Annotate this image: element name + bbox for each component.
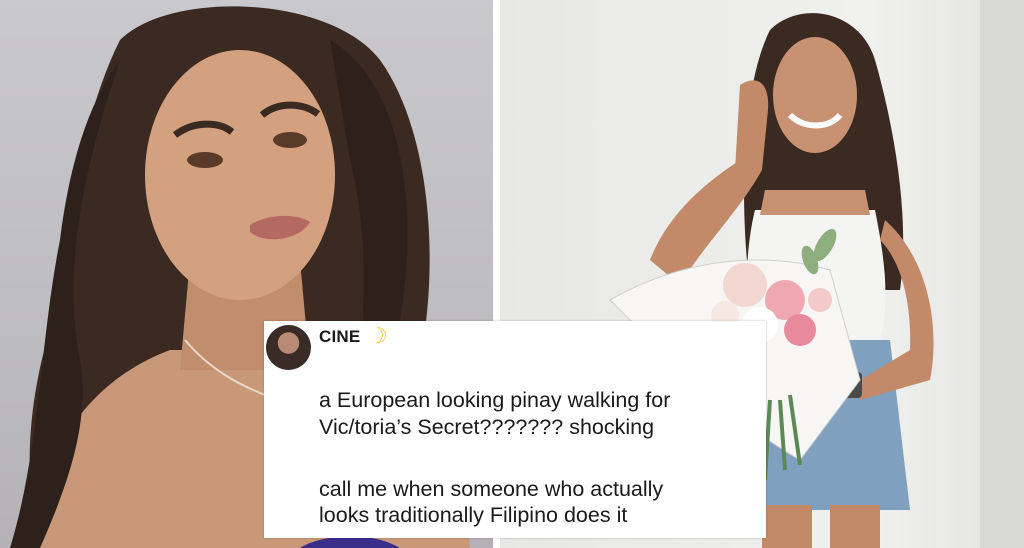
user-avatar[interactable]: [266, 325, 311, 370]
tweet-line: a European looking pinay walking for: [319, 388, 671, 412]
username[interactable]: CINE: [319, 327, 360, 347]
tweet-line: looks traditionally Filipino does it: [319, 503, 628, 527]
tweet-line: Vic/toria’s Secret??????? shocking: [319, 415, 655, 439]
crescent-moon-icon: ☽: [368, 323, 388, 348]
tweet-card: CINE ☽ a European looking pinay walking …: [264, 321, 766, 538]
tweet-line: call me when someone who actually: [319, 477, 664, 501]
